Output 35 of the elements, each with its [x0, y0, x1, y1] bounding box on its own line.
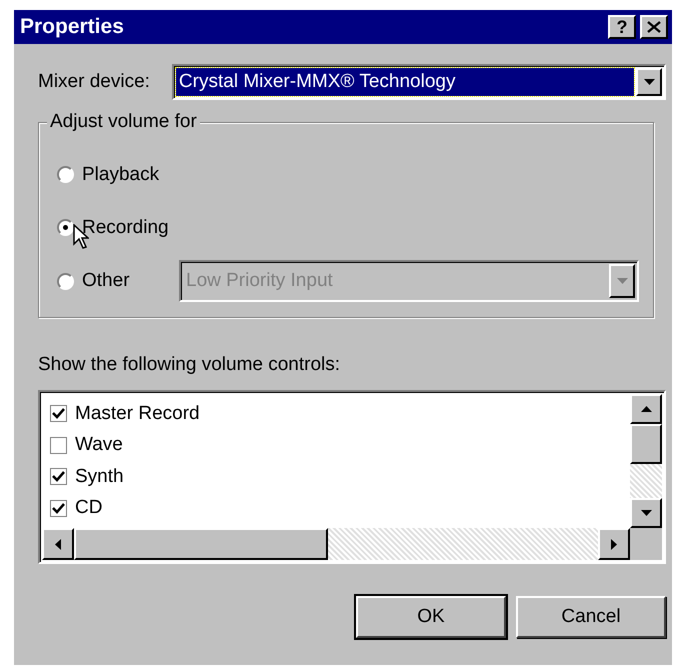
scroll-right-button[interactable]	[598, 528, 630, 560]
cancel-button[interactable]: Cancel	[516, 596, 666, 638]
mixer-device-label: Mixer device:	[38, 71, 150, 93]
caret-left-icon	[55, 538, 61, 550]
close-icon	[647, 21, 661, 33]
caret-down-icon	[616, 278, 628, 284]
help-button[interactable]: ?	[608, 15, 636, 39]
radio-button[interactable]: Other	[57, 270, 177, 292]
caret-right-icon	[611, 538, 617, 550]
caret-down-icon	[644, 79, 654, 85]
group-title: Adjust volume for	[47, 111, 200, 133]
scroll-up-button[interactable]	[630, 394, 662, 424]
ok-button[interactable]: OK	[356, 596, 506, 638]
list-label: Show the following volume controls:	[38, 354, 342, 376]
horizontal-scrollbar[interactable]	[42, 528, 630, 560]
list-item[interactable]: Master Record	[50, 398, 622, 430]
list-item[interactable]: CD	[50, 492, 622, 524]
scroll-left-button[interactable]	[42, 528, 74, 560]
list-item[interactable]: Synth	[50, 461, 622, 492]
checkmark-icon	[52, 408, 65, 420]
scrollbar-corner	[630, 528, 662, 560]
dropdown-arrow-button[interactable]	[636, 68, 662, 96]
checkmark-icon	[52, 471, 65, 482]
checkmark-icon	[52, 502, 65, 514]
scroll-thumb[interactable]	[74, 528, 328, 560]
list-item[interactable]: Wave	[50, 430, 622, 461]
close-button[interactable]	[640, 15, 668, 39]
caret-up-icon	[640, 406, 652, 412]
mixer-device-dropdown[interactable]: Crystal Mixer-MMX® Technology	[172, 64, 666, 100]
scroll-thumb[interactable]	[630, 424, 662, 464]
caret-down-icon	[640, 510, 652, 516]
window-title: Properties	[20, 15, 124, 39]
vertical-scrollbar[interactable]	[630, 394, 662, 528]
scroll-down-button[interactable]	[630, 498, 662, 528]
radio-button[interactable]: Playback	[57, 164, 177, 186]
